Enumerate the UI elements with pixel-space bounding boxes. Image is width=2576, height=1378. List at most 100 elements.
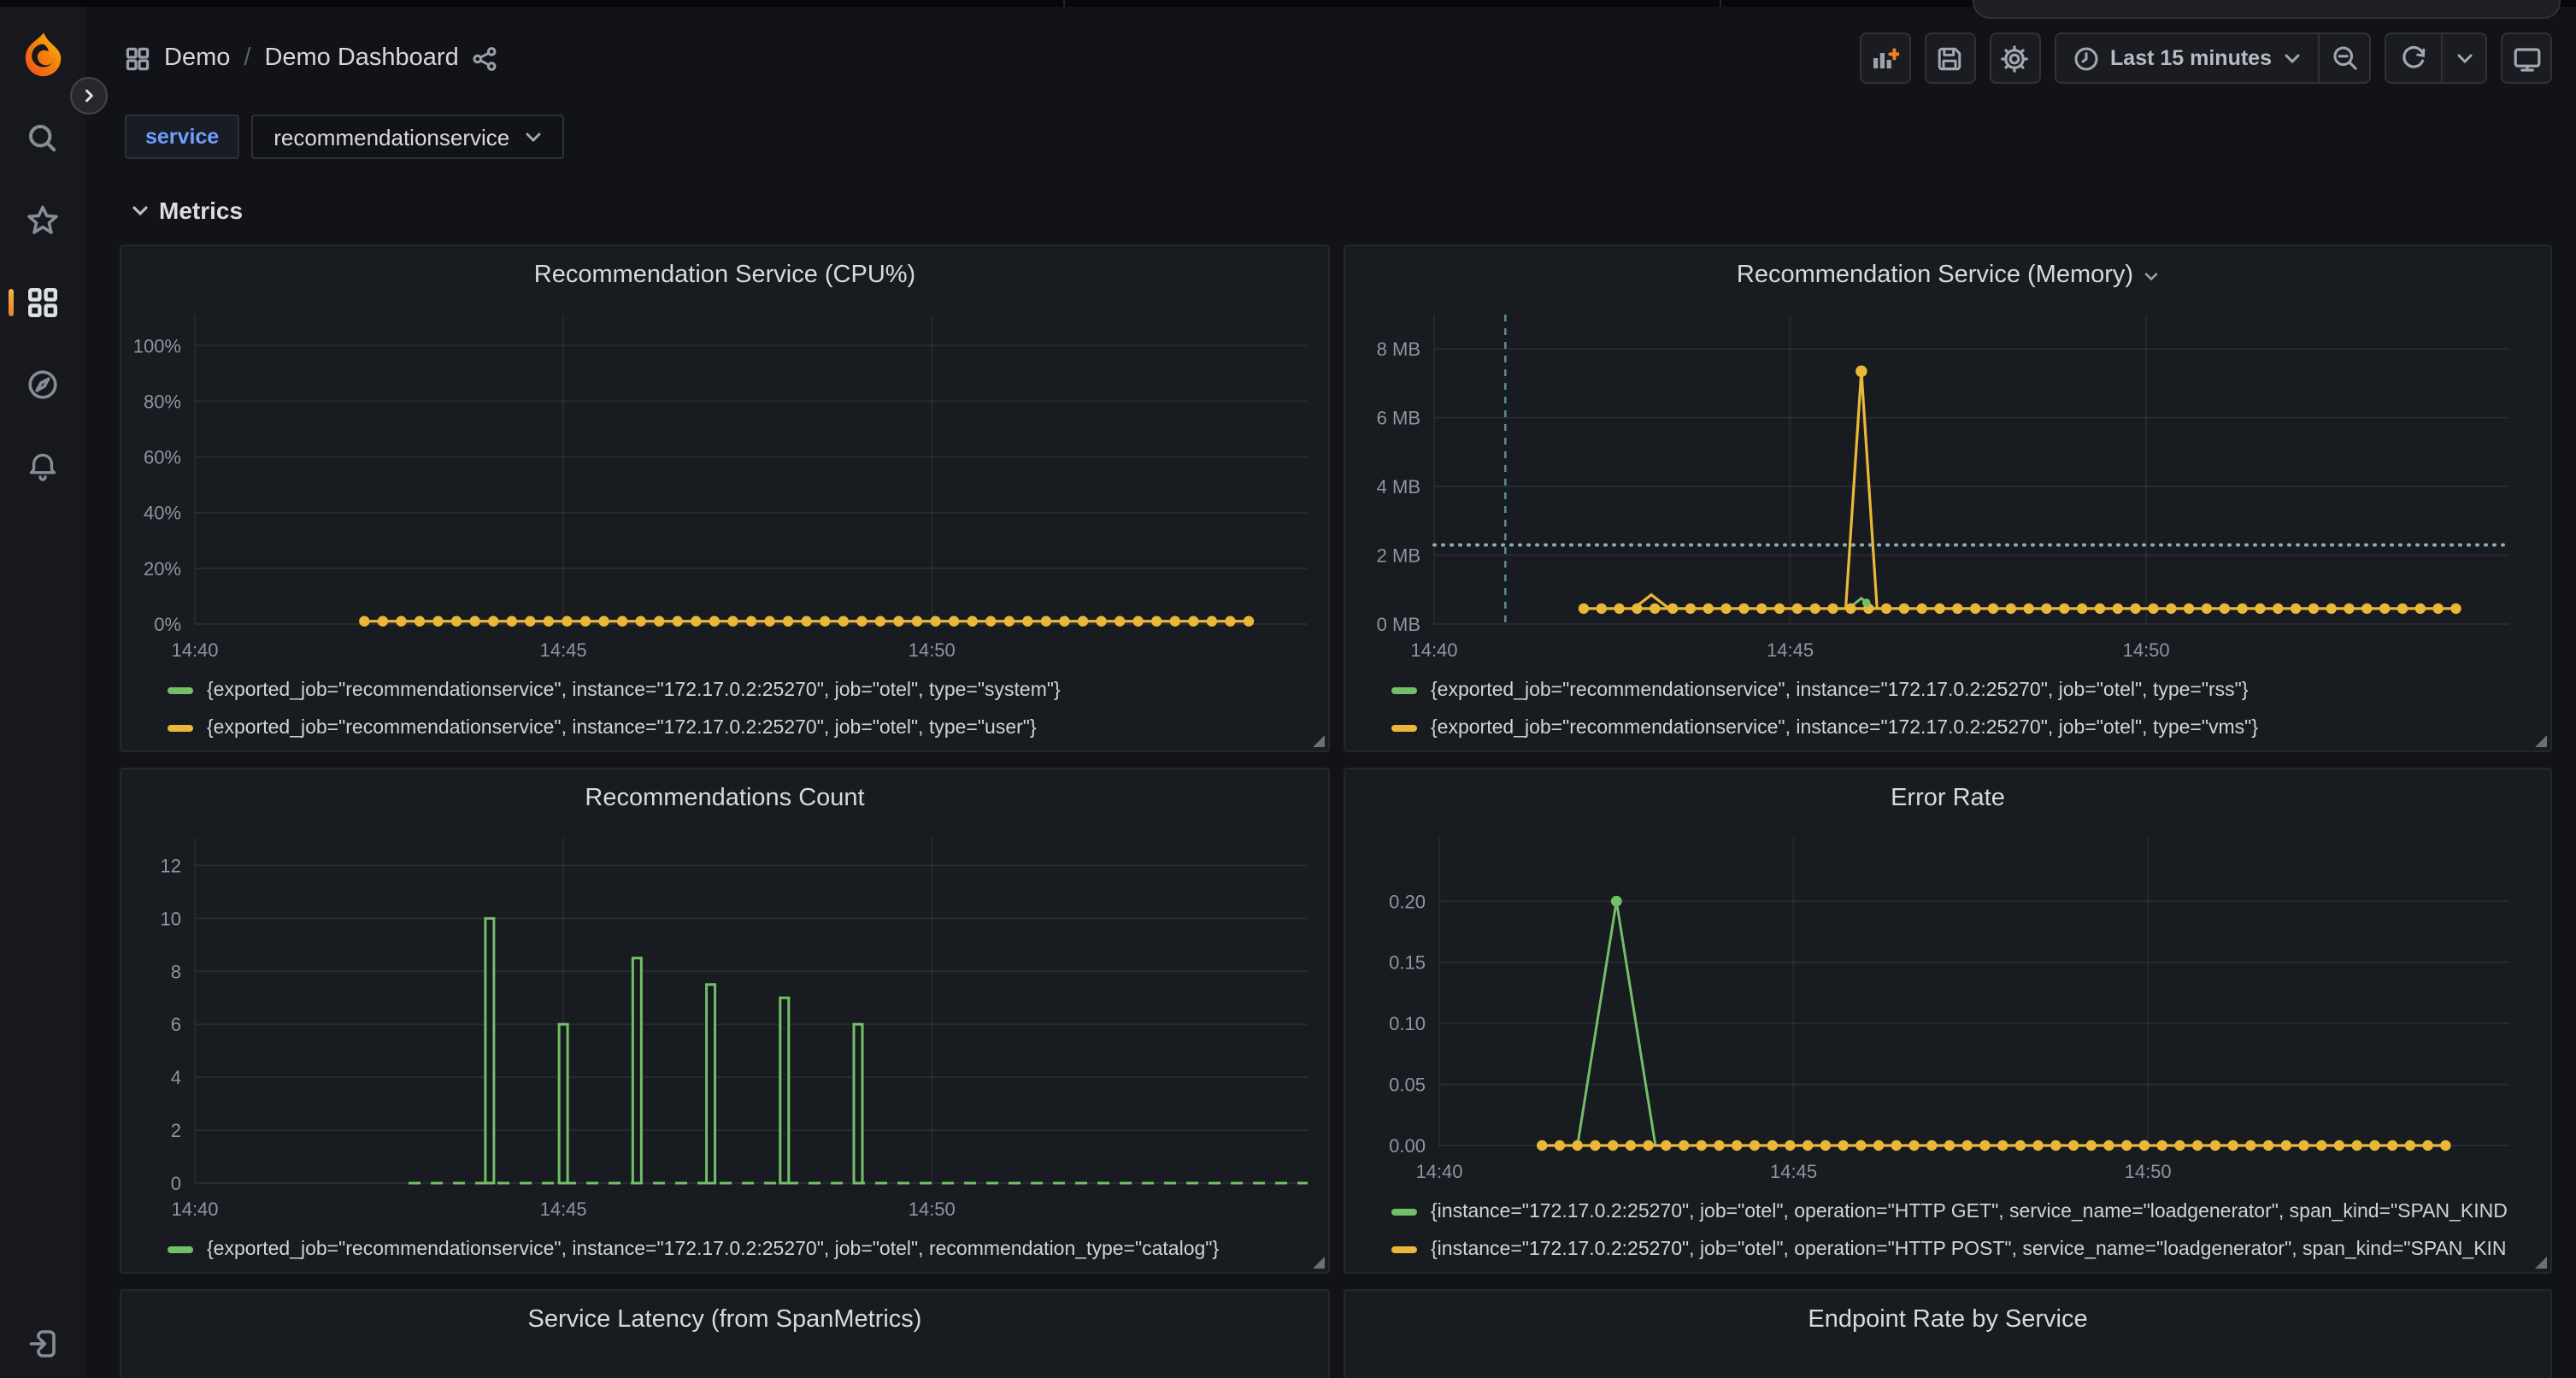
dashboard-settings-gear-icon[interactable] [1989, 32, 2040, 84]
error-rate-legend: {instance="172.17.0.2:25270", job="otel"… [1345, 1193, 2550, 1269]
legend-item[interactable]: {exported_job="recommendationservice", i… [1391, 710, 2550, 747]
svg-text:0.00: 0.00 [1389, 1135, 1426, 1157]
refresh-button[interactable] [2386, 34, 2441, 82]
legend-label: {instance="172.17.0.2:25270", job="otel"… [1431, 1202, 2508, 1222]
legend-label: {exported_job="recommendationservice", i… [207, 718, 1037, 739]
legend-item[interactable]: {exported_job="recommendationservice", i… [1391, 672, 2550, 710]
legend-label: {exported_job="recommendationservice", i… [1431, 718, 2258, 739]
legend-swatch [168, 1246, 193, 1253]
cycle-view-mode-tv-icon[interactable] [2501, 32, 2552, 84]
variable-value-dropdown[interactable]: recommendationservice [251, 115, 564, 159]
variable-label[interactable]: service [125, 115, 239, 159]
cpu-chart[interactable]: 14:4014:4514:500%20%40%60%80%100% [121, 297, 1328, 672]
panel-recommendations-count[interactable]: Recommendations Count 14:4014:4514:50024… [120, 768, 1330, 1274]
top-strip-separator [1720, 0, 1721, 7]
row-header-metrics[interactable]: Metrics [132, 195, 243, 226]
legend-item[interactable]: {instance="172.17.0.2:25270", job="otel"… [1391, 1193, 2550, 1231]
panel-endpoint-rate[interactable]: Endpoint Rate by Service [1344, 1289, 2552, 1378]
svg-text:12: 12 [161, 855, 181, 876]
panel-title[interactable]: Service Latency (from SpanMetrics) [121, 1291, 1328, 1342]
legend-label: {instance="172.17.0.2:25270", job="otel"… [1431, 1240, 2507, 1260]
time-range-picker[interactable]: Last 15 minutes [2056, 34, 2318, 82]
panel-resize-handle[interactable] [1313, 1257, 1325, 1269]
panel-service-latency[interactable]: Service Latency (from SpanMetrics) [120, 1289, 1330, 1378]
zoom-out-button[interactable] [2318, 34, 2369, 82]
svg-text:0.20: 0.20 [1389, 891, 1426, 912]
share-icon[interactable] [473, 45, 498, 71]
browser-overlay-tab [1973, 0, 2561, 19]
dashboards-icon[interactable] [26, 286, 60, 320]
legend-item[interactable]: {exported_job="recommendationservice", i… [168, 710, 1328, 747]
panel-resize-handle[interactable] [2535, 735, 2547, 747]
row-title: Metrics [159, 197, 243, 224]
submenu: service recommendationservice [125, 115, 564, 159]
panel-title[interactable]: Recommendation Service (CPU%) [121, 246, 1328, 297]
clock-icon [2073, 45, 2098, 71]
svg-text:14:40: 14:40 [1410, 639, 1457, 661]
legend-swatch [1391, 687, 1417, 694]
memory-chart[interactable]: 14:4014:4514:500 MB2 MB4 MB6 MB8 MB [1345, 297, 2550, 672]
refresh-interval-caret[interactable] [2441, 34, 2485, 82]
expand-sidebar-button[interactable] [70, 77, 108, 115]
legend-swatch [168, 687, 193, 694]
legend-item[interactable]: {exported_job="recommendationservice", i… [168, 1231, 1328, 1269]
breadcrumb-section[interactable]: Demo [164, 44, 230, 72]
explore-compass-icon[interactable] [26, 368, 60, 402]
variable-value: recommendationservice [273, 124, 509, 150]
svg-text:8 MB: 8 MB [1377, 339, 1420, 360]
cpu-legend: {exported_job="recommendationservice", i… [121, 672, 1328, 747]
legend-swatch [1391, 1209, 1417, 1216]
legend-label: {exported_job="recommendationservice", i… [207, 680, 1061, 701]
alerting-bell-icon[interactable] [26, 450, 60, 484]
svg-text:6: 6 [171, 1014, 181, 1035]
svg-text:14:50: 14:50 [2125, 1161, 2172, 1182]
svg-text:80%: 80% [144, 391, 181, 412]
apps-grid-icon [125, 45, 150, 71]
starred-icon[interactable] [26, 203, 60, 238]
svg-text:6 MB: 6 MB [1377, 408, 1420, 429]
error-rate-chart[interactable]: 14:4014:4514:500.000.050.100.150.20 [1345, 821, 2550, 1193]
svg-text:0.10: 0.10 [1389, 1013, 1426, 1034]
panel-resize-handle[interactable] [2535, 1257, 2547, 1269]
svg-text:60%: 60% [144, 447, 181, 468]
svg-text:14:40: 14:40 [171, 1198, 218, 1220]
panel-title[interactable]: Error Rate [1345, 769, 2550, 821]
svg-text:14:40: 14:40 [171, 639, 218, 661]
memory-legend: {exported_job="recommendationservice", i… [1345, 672, 2550, 747]
panel-memory[interactable]: Recommendation Service (Memory) 14:40 14:… [1344, 244, 2552, 752]
legend-swatch [1391, 725, 1417, 732]
svg-text:8: 8 [171, 961, 181, 982]
grafana-logo-icon[interactable] [19, 31, 67, 79]
panel-resize-handle[interactable] [1313, 735, 1325, 747]
save-dashboard-button[interactable] [1924, 32, 1975, 84]
panel-menu-caret-icon[interactable] [2144, 272, 2159, 282]
svg-text:40%: 40% [144, 503, 181, 524]
recommendations-count-chart[interactable]: 14:4014:4514:50024681012 [121, 821, 1328, 1231]
dashboard-toolbar: Last 15 minutes [1859, 32, 2552, 84]
svg-text:2: 2 [171, 1120, 181, 1141]
chevron-down-icon [2284, 52, 2301, 64]
search-icon[interactable] [26, 121, 60, 156]
panel-error-rate[interactable]: Error Rate 14:4014:4514:500.000.050.100.… [1344, 768, 2552, 1274]
legend-swatch [1391, 1246, 1417, 1253]
svg-text:14:45: 14:45 [540, 639, 587, 661]
add-panel-button[interactable] [1859, 32, 1910, 84]
svg-text:2 MB: 2 MB [1377, 545, 1420, 567]
legend-item[interactable]: {instance="172.17.0.2:25270", job="otel"… [1391, 1231, 2550, 1269]
legend-label: {exported_job="recommendationservice", i… [207, 1240, 1219, 1260]
breadcrumb-page-title[interactable]: Demo Dashboard [264, 44, 458, 72]
svg-text:14:50: 14:50 [909, 1198, 956, 1220]
legend-item[interactable]: {exported_job="recommendationservice", i… [168, 672, 1328, 710]
svg-text:0.05: 0.05 [1389, 1075, 1426, 1096]
svg-text:14:50: 14:50 [2123, 639, 2170, 661]
time-range-group: Last 15 minutes [2054, 32, 2371, 84]
svg-text:0.15: 0.15 [1389, 952, 1426, 974]
panel-title[interactable]: Recommendations Count [121, 769, 1328, 821]
svg-text:14:45: 14:45 [1767, 639, 1814, 661]
panel-title[interactable]: Recommendation Service (Memory) [1345, 246, 2550, 297]
grafana-app: Demo / Demo Dashboard [0, 0, 2576, 1378]
sign-in-icon[interactable] [26, 1327, 60, 1361]
panel-title[interactable]: Endpoint Rate by Service [1345, 1291, 2550, 1342]
panel-cpu[interactable]: Recommendation Service (CPU%) 14:40 14:45… [120, 244, 1330, 752]
breadcrumb-separator: / [244, 44, 250, 72]
